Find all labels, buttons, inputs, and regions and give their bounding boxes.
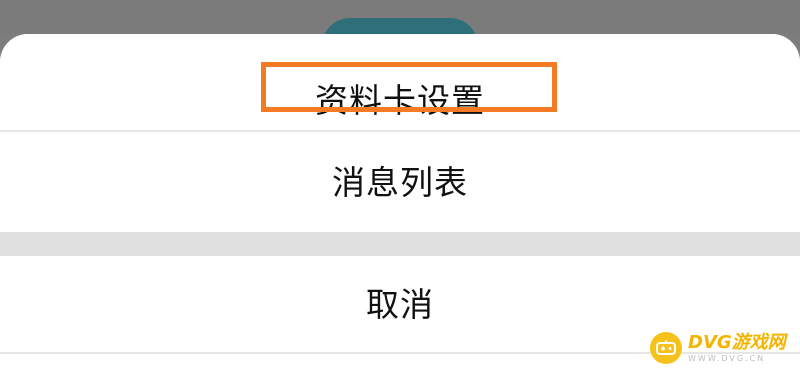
watermark: DVG游戏网 WWW.DVG.CN	[650, 326, 800, 370]
watermark-subtitle: WWW.DVG.CN	[688, 353, 766, 363]
cancel-label: 取消	[366, 285, 434, 324]
section-separator	[0, 232, 800, 256]
gamepad-icon	[650, 332, 682, 364]
screen: 资料卡设置 消息列表 取消 DVG游戏网 WWW.DVG.CN	[0, 0, 800, 370]
message-list-option[interactable]: 消息列表	[0, 132, 800, 232]
watermark-text: DVG游戏网 WWW.DVG.CN	[688, 331, 786, 363]
action-sheet: 资料卡设置 消息列表 取消	[0, 34, 800, 370]
message-list-label: 消息列表	[332, 163, 468, 202]
profile-card-settings-label: 资料卡设置	[315, 81, 485, 120]
watermark-title: DVG游戏网	[688, 331, 786, 353]
profile-card-settings-option[interactable]: 资料卡设置	[0, 34, 800, 130]
